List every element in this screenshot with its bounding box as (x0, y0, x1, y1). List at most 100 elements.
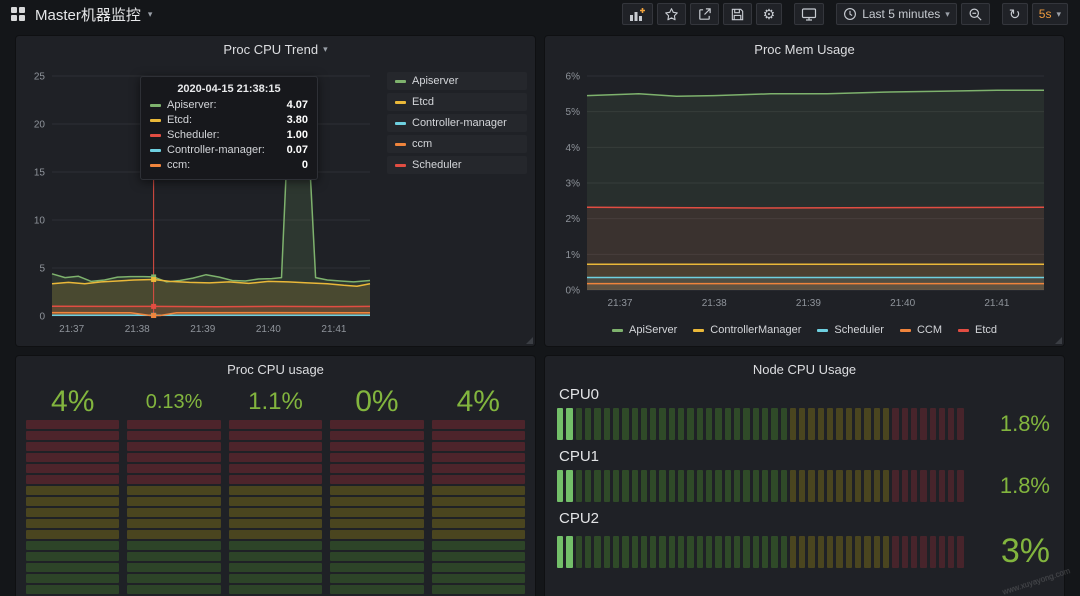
panel-title-proc-cpu-usage[interactable]: Proc CPU usage (16, 356, 535, 382)
refresh-interval-picker[interactable]: 5s ▾ (1032, 3, 1068, 25)
share-dashboard-button[interactable] (690, 3, 719, 25)
series-color-dash (900, 329, 911, 332)
tooltip-row: Scheduler:1.00 (150, 129, 308, 141)
star-dashboard-button[interactable] (657, 3, 686, 25)
lcd-stack (229, 420, 322, 596)
panel-title-text: Proc CPU usage (227, 362, 324, 377)
proc-cpu-trend-chart[interactable]: 2020-04-15 21:38:15 Apiserver:4.07Etcd:3… (22, 62, 379, 344)
lcd-stack (330, 420, 423, 596)
dashboard-grid: Proc CPU Trend ▾ 2020-04-15 21:38:15 Api… (0, 28, 1080, 596)
proc-mem-usage-chart[interactable]: 0%1%2%3%4%5%6%21:3721:3821:3921:4021:41 (557, 62, 1052, 317)
chevron-down-icon: ▾ (1056, 9, 1061, 20)
cycle-view-mode-button[interactable] (794, 3, 824, 25)
panel-title-text: Node CPU Usage (753, 362, 856, 377)
node-cpu-gauge: CPU01.8% (557, 386, 1052, 440)
time-range-picker[interactable]: Last 5 minutes ▾ (836, 3, 957, 25)
gauge-label: CPU2 (559, 510, 1052, 527)
series-color-dash (150, 104, 161, 107)
tooltip-row: Etcd:3.80 (150, 114, 308, 126)
save-dashboard-button[interactable] (723, 3, 752, 25)
legend-item[interactable]: Etcd (387, 93, 527, 111)
svg-text:21:37: 21:37 (607, 298, 632, 309)
series-color-dash (150, 164, 161, 167)
tooltip-row: ccm:0 (150, 159, 308, 171)
lcd-stack (26, 420, 119, 596)
legend-item[interactable]: CCM (900, 324, 942, 336)
add-panel-icon (629, 7, 646, 22)
panel-title-text: Proc Mem Usage (754, 42, 854, 57)
series-color-dash (150, 149, 161, 152)
dashboard-title-dropdown[interactable]: Master机器监控 ▾ (35, 4, 152, 25)
add-panel-button[interactable] (622, 3, 653, 25)
series-color-dash (612, 329, 623, 332)
svg-text:1%: 1% (566, 250, 581, 261)
chart-legend: ApiServer ControllerManager Scheduler CCM Et… (612, 317, 997, 343)
panel-title-text: Proc CPU Trend (223, 42, 318, 57)
node-cpu-gauge: CPU2 3% (557, 510, 1052, 571)
panel-resize-handle[interactable] (1055, 337, 1062, 344)
gauge-value: 1.8% (964, 473, 1052, 499)
legend-item[interactable]: ControllerManager (693, 324, 801, 336)
svg-text:21:39: 21:39 (190, 324, 215, 335)
svg-text:21:40: 21:40 (890, 298, 915, 309)
svg-text:15: 15 (34, 168, 46, 179)
panel-node-cpu-usage: Node CPU Usage CPU01.8% CPU1 1.8% CPU2 3% (545, 356, 1064, 596)
series-color-dash (395, 80, 406, 83)
svg-text:20: 20 (34, 120, 46, 131)
dashboards-grid-icon[interactable] (10, 6, 26, 22)
zoom-out-time-button[interactable] (961, 3, 990, 25)
legend-item[interactable]: ccm (387, 135, 527, 153)
refresh-button[interactable]: ↻ (1002, 3, 1028, 25)
legend-item[interactable]: Scheduler (817, 324, 884, 336)
panel-menu-caret-icon: ▾ (323, 44, 328, 55)
legend-item[interactable]: Scheduler (387, 156, 527, 174)
proc-cpu-usage-gauges: 4%0.13%1.1%0%4% (26, 384, 525, 596)
svg-text:6%: 6% (566, 72, 581, 83)
tooltip-row: Controller-manager:0.07 (150, 144, 308, 156)
panel-title-proc-mem-usage[interactable]: Proc Mem Usage (545, 36, 1064, 62)
legend-item[interactable]: Controller-manager (387, 114, 527, 132)
legend-item[interactable]: ApiServer (612, 324, 677, 336)
legend-item[interactable]: Apiserver (387, 72, 527, 90)
cpu-proc-gauge: 0% (330, 384, 423, 596)
series-color-dash (693, 329, 704, 332)
cpu-proc-gauge: 0.13% (127, 384, 220, 596)
svg-text:5%: 5% (566, 107, 581, 118)
series-color-dash (395, 122, 406, 125)
panel-proc-mem-usage: Proc Mem Usage 0%1%2%3%4%5%6%21:3721:382… (545, 36, 1064, 346)
series-color-dash (395, 101, 406, 104)
navbar: Master机器监控 ▾ ⚙ (0, 0, 1080, 28)
svg-text:21:40: 21:40 (256, 324, 281, 335)
cpu-proc-gauge: 1.1% (229, 384, 322, 596)
series-color-dash (150, 134, 161, 137)
panel-proc-cpu-trend: Proc CPU Trend ▾ 2020-04-15 21:38:15 Api… (16, 36, 535, 346)
panel-resize-handle[interactable] (526, 337, 533, 344)
lcd-stack (432, 420, 525, 596)
svg-text:0: 0 (39, 312, 45, 323)
gauge-value: 4% (432, 384, 525, 420)
gauge-value: 0% (330, 384, 423, 420)
monitor-icon (801, 7, 817, 22)
svg-text:5: 5 (39, 264, 45, 275)
legend-item[interactable]: Etcd (958, 324, 997, 336)
dashboard-settings-button[interactable]: ⚙ (756, 3, 783, 25)
gauge-value: 1.8% (964, 411, 1052, 437)
series-color-dash (150, 119, 161, 122)
chart-legend: Apiserver Etcd Controller-manager ccm Schedu… (379, 62, 529, 344)
svg-text:3%: 3% (566, 179, 581, 190)
gauge-value: 3% (964, 532, 1052, 571)
panel-title-proc-cpu-trend[interactable]: Proc CPU Trend ▾ (16, 36, 535, 62)
chevron-down-icon: ▾ (945, 9, 950, 20)
gauge-value: 0.13% (127, 384, 220, 420)
gauge-value: 1.1% (229, 384, 322, 420)
lcd-stack (127, 420, 220, 596)
svg-text:4%: 4% (566, 143, 581, 154)
panel-title-node-cpu-usage[interactable]: Node CPU Usage (545, 356, 1064, 382)
svg-text:2%: 2% (566, 214, 581, 225)
refresh-interval-label: 5s (1039, 7, 1052, 21)
panel-proc-cpu-usage: Proc CPU usage 4%0.13%1.1%0%4% (16, 356, 535, 596)
save-icon (730, 7, 745, 22)
gauge-label: CPU1 (559, 448, 1052, 465)
svg-text:21:38: 21:38 (125, 324, 150, 335)
lcd-cells (557, 408, 964, 440)
